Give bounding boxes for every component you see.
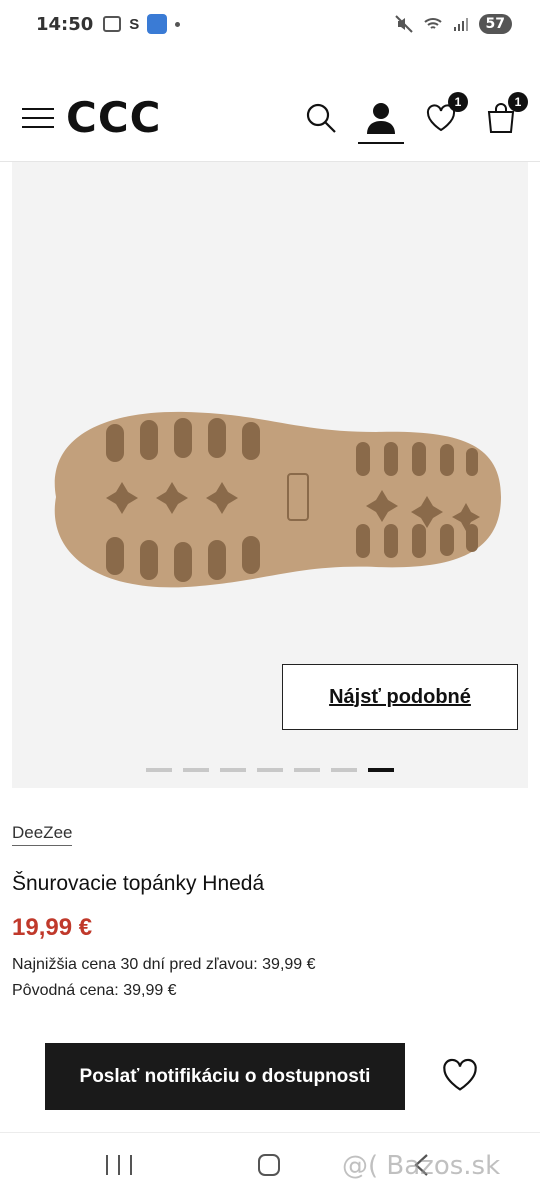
dot-icon [175, 21, 181, 27]
logo[interactable]: CCC [66, 93, 161, 142]
system-navigation-bar: @( Bazos.sk [0, 1132, 540, 1200]
header-actions: 1 1 [304, 91, 528, 144]
mute-icon [394, 15, 413, 33]
site-header: CCC 1 1 [0, 74, 540, 162]
home-icon[interactable] [258, 1154, 280, 1176]
lowest-price-info: Najnižšia cena 30 dní pred zľavou: 39,99… [12, 956, 316, 973]
account-active-underline [358, 141, 404, 144]
search-icon [306, 103, 336, 133]
gallery-dot[interactable] [294, 768, 320, 772]
wifi-icon [423, 18, 442, 29]
status-bar: 14:50 S 57 [0, 0, 540, 48]
watermark: @( Bazos.sk [342, 1151, 501, 1181]
product-title: Šnurovacie topánky Hnedá [12, 872, 265, 895]
cart-count-badge: 1 [508, 91, 528, 112]
wishlist-button[interactable]: 1 [424, 91, 468, 138]
app-icon [147, 14, 168, 34]
wishlist-count-badge: 1 [448, 91, 468, 112]
account-button[interactable] [358, 98, 404, 144]
brand-link[interactable]: DeeZee [12, 823, 73, 846]
signal-icon [453, 18, 468, 31]
s-icon: S [129, 15, 140, 33]
recents-icon[interactable] [106, 1155, 132, 1175]
gallery-dot[interactable] [257, 768, 283, 772]
product-image [54, 411, 502, 588]
user-icon [367, 102, 395, 134]
add-to-wishlist-button[interactable] [442, 1058, 478, 1094]
menu-icon[interactable] [22, 107, 54, 128]
product-price: 19,99 € [12, 914, 93, 941]
gallery-pagination [146, 768, 394, 772]
cart-button[interactable]: 1 [484, 91, 528, 138]
gallery-dot[interactable] [331, 768, 357, 772]
screenshot-icon [103, 16, 122, 32]
original-price-info: Pôvodná cena: 39,99 € [12, 982, 177, 999]
find-similar-button[interactable]: Nájsť podobné [282, 664, 518, 730]
status-right-icons: 57 [394, 14, 512, 34]
heart-icon [443, 1058, 477, 1091]
notify-availability-button[interactable]: Poslať notifikáciu o dostupnosti [45, 1043, 405, 1110]
status-left-icons: S [103, 14, 181, 34]
gallery-dot-active[interactable] [368, 768, 394, 772]
status-time: 14:50 [36, 13, 94, 35]
search-button[interactable] [304, 98, 338, 138]
gallery-dot[interactable] [220, 768, 246, 772]
product-image-gallery[interactable]: Nájsť podobné [12, 162, 528, 788]
gallery-dot[interactable] [146, 768, 172, 772]
gallery-dot[interactable] [183, 768, 209, 772]
battery-icon: 57 [478, 14, 512, 34]
